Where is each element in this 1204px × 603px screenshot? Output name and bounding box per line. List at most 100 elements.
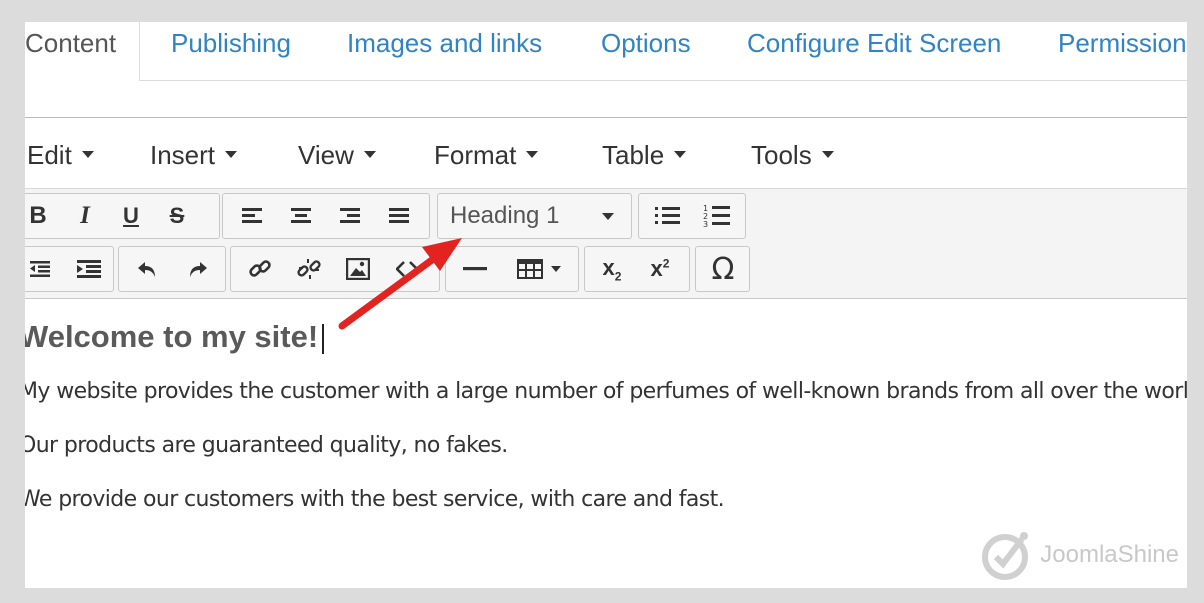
strikethrough-icon: S	[169, 203, 185, 228]
indent-icon	[77, 260, 101, 278]
tab-images-and-links[interactable]: Images and links	[347, 22, 542, 67]
special-character-button[interactable]: Ω	[700, 247, 746, 291]
format-select-value: Heading 1	[450, 202, 560, 229]
link-button[interactable]	[237, 247, 283, 291]
editor-toolbar: Edit Insert View Format Table Tools B I …	[25, 117, 1187, 298]
undo-button[interactable]	[125, 247, 171, 291]
caret-down-icon	[225, 150, 238, 158]
indent-group	[25, 246, 114, 292]
list-group: 123	[638, 193, 746, 239]
menu-tools[interactable]: Tools	[751, 140, 834, 171]
joomlashine-watermark: JoomlaShine	[978, 527, 1179, 583]
unlink-icon	[297, 259, 321, 279]
underline-icon: U	[123, 203, 139, 228]
bold-icon: B	[29, 202, 47, 229]
strikethrough-button[interactable]: S	[154, 194, 200, 238]
subscript-button[interactable]: x2	[589, 247, 635, 291]
superscript-button[interactable]: x2	[637, 247, 683, 291]
paragraph-2: Our products are guaranteed quality, no …	[25, 433, 508, 458]
menu-format-label: Format	[434, 140, 517, 170]
caret-down-icon	[821, 150, 834, 158]
underline-button[interactable]: U	[108, 194, 154, 238]
content-heading: Welcome to my site!	[25, 319, 325, 355]
menu-view-label: View	[298, 140, 354, 170]
menu-view[interactable]: View	[298, 140, 376, 171]
menu-insert[interactable]: Insert	[150, 140, 238, 171]
tab-permissions[interactable]: Permissions	[1058, 22, 1187, 67]
horizontal-rule-button[interactable]	[452, 247, 498, 291]
menu-edit[interactable]: Edit	[27, 140, 94, 171]
paragraph-1: My website provides the customer with a …	[25, 379, 1187, 404]
align-center-button[interactable]	[278, 194, 324, 238]
code-icon	[396, 261, 418, 277]
superscript-icon: x2	[650, 256, 670, 281]
link-icon	[249, 260, 271, 277]
numbered-list-button[interactable]: 123	[694, 194, 740, 238]
toolbar-row-1: B I U S Heading 1 1 2 3	[25, 193, 1187, 243]
tab-options[interactable]: Options	[601, 22, 691, 67]
menu-table-label: Table	[602, 140, 665, 170]
undo-icon	[138, 262, 155, 277]
italic-button[interactable]: I	[62, 194, 108, 238]
tab-bar: Content Publishing Images and links Opti…	[25, 22, 1187, 81]
text-style-group: B I U S	[25, 193, 220, 239]
subscript-icon: x2	[602, 254, 622, 284]
special-character-icon: Ω	[711, 251, 735, 287]
align-right-icon	[340, 208, 360, 223]
tab-configure-edit-screen[interactable]: Configure Edit Screen	[747, 22, 1001, 67]
bullet-list-button[interactable]	[645, 194, 691, 238]
watermark-text: JoomlaShine	[1040, 541, 1179, 568]
joomlashine-logo-icon	[982, 532, 1029, 580]
alignment-group	[222, 193, 430, 239]
menu-tools-label: Tools	[751, 140, 812, 170]
indent-button[interactable]	[66, 247, 112, 291]
table-icon	[517, 259, 543, 279]
code-button[interactable]	[384, 247, 430, 291]
editor-content[interactable]: Welcome to my site! My website provides …	[25, 298, 1187, 588]
bullet-list-icon	[655, 207, 680, 224]
menu-insert-label: Insert	[150, 140, 216, 170]
outdent-icon	[30, 261, 50, 277]
align-left-button[interactable]	[229, 194, 275, 238]
bold-button[interactable]: B	[25, 194, 56, 238]
horizontal-rule-icon	[463, 267, 487, 271]
unlink-button[interactable]	[286, 247, 332, 291]
italic-icon: I	[80, 202, 90, 229]
special-character-group: Ω	[695, 246, 750, 292]
table-button[interactable]	[504, 247, 574, 291]
caret-down-icon	[363, 150, 376, 158]
history-group	[118, 246, 226, 292]
menubar: Edit Insert View Format Table Tools	[25, 118, 1187, 189]
align-left-icon	[242, 208, 262, 223]
heading-text: Welcome to my site!	[25, 319, 319, 354]
format-select[interactable]: Heading 1	[437, 193, 632, 239]
menu-table[interactable]: Table	[602, 140, 687, 171]
caret-down-icon	[674, 150, 687, 158]
menu-edit-label: Edit	[27, 140, 72, 170]
insert-group	[445, 246, 579, 292]
caret-down-icon	[81, 150, 94, 158]
format-select-dropdown[interactable]	[588, 194, 628, 238]
text-cursor	[322, 323, 325, 354]
tab-publishing[interactable]: Publishing	[171, 22, 291, 67]
align-justify-icon	[389, 208, 409, 223]
redo-button[interactable]	[174, 247, 220, 291]
toolbar-row-2: x2 x2 Ω	[25, 246, 1187, 296]
script-group: x2 x2	[584, 246, 690, 292]
paragraph-3: We provide our customers with the best s…	[25, 487, 725, 512]
tab-content[interactable]: Content	[25, 22, 140, 81]
image-icon	[346, 258, 370, 280]
link-group	[230, 246, 440, 292]
menu-format[interactable]: Format	[434, 140, 539, 171]
numbered-list-icon: 123	[703, 204, 730, 229]
redo-icon	[190, 262, 207, 277]
editor-panel: Content Publishing Images and links Opti…	[25, 22, 1187, 588]
caret-down-icon	[526, 150, 539, 158]
screenshot-frame: Content Publishing Images and links Opti…	[0, 0, 1204, 603]
align-justify-button[interactable]	[376, 194, 422, 238]
outdent-button[interactable]	[25, 247, 60, 291]
caret-down-icon	[551, 266, 561, 272]
align-right-button[interactable]	[327, 194, 373, 238]
align-center-icon	[291, 208, 311, 223]
image-button[interactable]	[335, 247, 381, 291]
